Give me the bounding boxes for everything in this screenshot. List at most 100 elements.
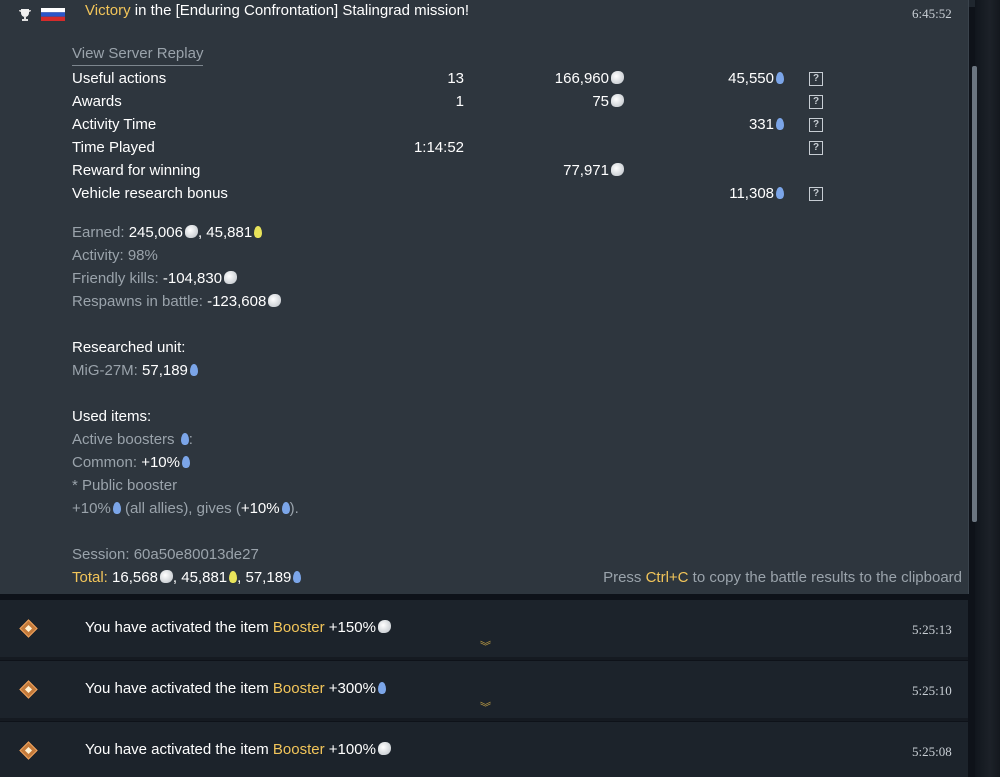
ctrl-c-key: Ctrl+C — [645, 569, 689, 586]
friendly-kills-line: Friendly kills: -104,830 — [72, 270, 238, 287]
public-booster-label: * Public booster — [72, 477, 178, 494]
friendly-kills-value: -104,830 — [162, 270, 223, 287]
rp-blue-icon — [189, 364, 198, 376]
help-icon[interactable]: ? — [809, 118, 823, 132]
clipboard-hint-pre: Press — [603, 569, 646, 586]
total-lions-value: 16,568 — [112, 569, 158, 586]
notification-time: 5:25:10 — [912, 683, 952, 698]
rp-blue-icon — [776, 118, 784, 130]
notification-time: 5:25:08 — [912, 744, 952, 759]
researched-unit-heading: Researched unit: — [72, 339, 186, 356]
activity-line: Activity: 98% — [72, 247, 158, 264]
silver-lions-icon — [611, 94, 624, 107]
booster-item-icon — [19, 680, 38, 699]
respawns-label: Respawns in battle: — [72, 293, 208, 310]
total-line: Total: 16,568, 45,881, 57,189 — [72, 569, 302, 586]
table-row-rp: 11,308 — [729, 185, 784, 202]
table-row-label: Awards — [72, 93, 122, 110]
table-row-lions-value: 166,960 — [554, 70, 609, 87]
table-row-lions: 77,971 — [563, 162, 624, 179]
active-boosters-colon: : — [188, 431, 193, 448]
friendly-kills-label: Friendly kills: — [72, 270, 163, 287]
total-separator: , — [172, 569, 182, 586]
rp-blue-icon — [281, 502, 290, 514]
notification-row[interactable]: You have activated the item Booster +150… — [0, 600, 968, 657]
rp-blue-icon — [181, 456, 190, 468]
session-id: Session: 60a50e80013de27 — [72, 546, 259, 563]
silver-lions-icon — [224, 271, 238, 284]
total-rp-blue-value: 57,189 — [245, 569, 292, 586]
researched-unit-name: MiG-27M: — [72, 362, 143, 379]
notification-row[interactable]: You have activated the item Booster +100… — [0, 722, 968, 777]
help-icon[interactable]: ? — [809, 95, 823, 109]
silver-lions-icon — [377, 620, 391, 633]
victory-label: Victory — [85, 2, 131, 19]
help-icon[interactable]: ? — [809, 187, 823, 201]
notification-prefix: You have activated the item — [85, 741, 273, 758]
mission-title: Victory in the [Enduring Confrontation] … — [85, 2, 469, 19]
notification-text: You have activated the item Booster +300… — [85, 680, 386, 697]
silver-lions-icon — [611, 71, 624, 84]
notification-row[interactable]: You have activated the item Booster +300… — [0, 661, 968, 718]
notification-prefix: You have activated the item — [85, 619, 273, 636]
notification-prefix: You have activated the item — [85, 680, 273, 697]
table-row-label: Vehicle research bonus — [72, 185, 228, 202]
public-booster-end: ). — [289, 500, 299, 517]
rp-yellow-icon — [254, 226, 263, 238]
table-row-count: 13 — [447, 70, 464, 87]
earned-lions-value: 245,006 — [128, 224, 183, 241]
table-row-label: Time Played — [72, 139, 155, 156]
notification-value: +150% — [324, 619, 376, 636]
battle-results-panel: Victory in the [Enduring Confrontation] … — [0, 0, 969, 594]
row-divider — [0, 718, 968, 721]
respawns-value: -123,608 — [207, 293, 267, 310]
rp-blue-icon — [112, 502, 121, 514]
view-server-replay-link[interactable]: View Server Replay — [72, 45, 204, 66]
used-items-heading: Used items: — [72, 408, 152, 425]
scrollbar[interactable] — [972, 66, 977, 522]
expand-chevron-icon[interactable]: ︾ — [480, 642, 491, 653]
table-row-rp-value: 11,308 — [729, 185, 774, 202]
booster-item-icon — [19, 741, 38, 760]
table-row-lions-value: 75 — [592, 93, 609, 110]
table-row-label: Activity Time — [72, 116, 157, 133]
researched-unit-line: MiG-27M: 57,189 — [72, 362, 198, 379]
header-time: 6:45:52 — [912, 6, 952, 21]
mission-name: in the [Enduring Confrontation] Stalingr… — [130, 2, 470, 19]
rp-blue-icon — [776, 187, 784, 199]
public-booster-value: +10% — [72, 500, 111, 517]
common-booster-value: +10% — [141, 454, 180, 471]
table-row-label: Reward for winning — [72, 162, 201, 179]
clipboard-hint: Press Ctrl+C to copy the battle results … — [603, 569, 962, 586]
notification-time: 5:25:13 — [912, 622, 952, 637]
table-row-rp-value: 331 — [748, 116, 774, 133]
rp-yellow-icon — [229, 571, 238, 583]
notification-text: You have activated the item Booster +100… — [85, 741, 391, 758]
expand-chevron-icon[interactable]: ︾ — [480, 703, 491, 714]
table-row-lions: 75 — [592, 93, 624, 110]
help-icon[interactable]: ? — [809, 141, 823, 155]
public-booster-text: (all allies), gives ( — [120, 500, 241, 517]
silver-lions-icon — [184, 225, 198, 238]
table-row-lions-value: 77,971 — [563, 162, 609, 179]
silver-lions-icon — [268, 294, 282, 307]
rp-blue-icon — [293, 571, 302, 583]
silver-lions-icon — [611, 163, 624, 176]
researched-unit-value: 57,189 — [142, 362, 188, 379]
help-icon[interactable]: ? — [809, 72, 823, 86]
notification-item-name: Booster — [272, 680, 325, 697]
trophy-icon — [18, 8, 32, 26]
public-booster-gives-value: +10% — [240, 500, 280, 517]
respawns-line: Respawns in battle: -123,608 — [72, 293, 282, 310]
total-separator: , — [237, 569, 246, 586]
earned-line: Earned: 245,006, 45,881 — [72, 224, 263, 241]
active-boosters-line: Active boosters : — [72, 431, 193, 448]
earned-label: Earned: — [72, 224, 129, 241]
total-rp-yellow-value: 45,881 — [181, 569, 228, 586]
common-booster-label: Common: — [72, 454, 142, 471]
silver-lions-icon — [377, 742, 391, 755]
table-row-rp-value: 45,550 — [728, 70, 774, 87]
notification-item-name: Booster — [272, 619, 325, 636]
clipboard-hint-post: to copy the battle results to the clipbo… — [688, 569, 962, 586]
public-booster-line: +10% (all allies), gives (+10%). — [72, 500, 299, 517]
